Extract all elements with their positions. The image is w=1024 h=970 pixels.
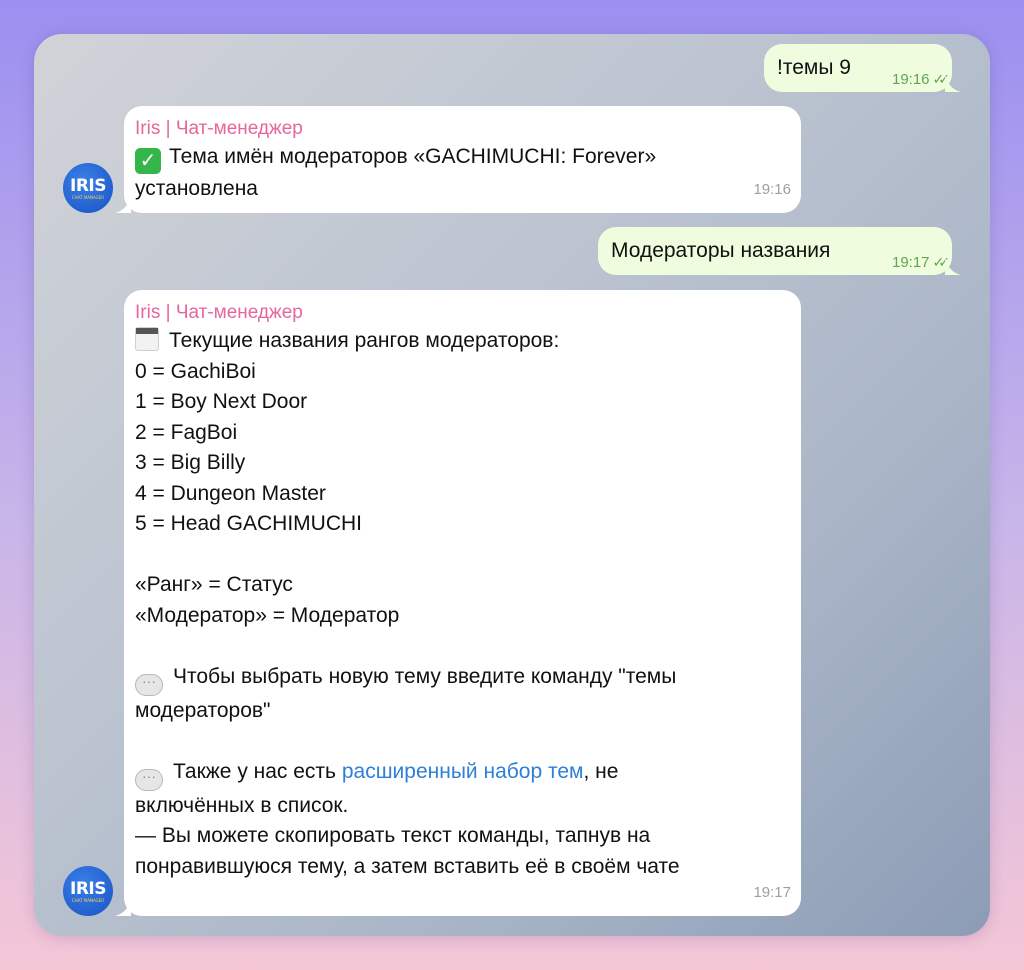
message-text: Текущие названия рангов модераторов: — [169, 329, 560, 352]
message-line: ··· Чтобы выбрать новую тему введите кома… — [135, 662, 680, 696]
double-check-icon: ✓✓ — [932, 71, 951, 87]
rank-line: 3 = Big Billy — [135, 451, 246, 474]
avatar-logo: IRIS — [70, 878, 106, 899]
outgoing-message[interactable]: Модераторы названия 19:17 ✓✓ — [598, 227, 952, 275]
message-text: , не — [583, 759, 619, 783]
message-line: включённых в список. — [135, 793, 349, 817]
speech-balloon-emoji-icon: ··· — [135, 673, 163, 696]
message-text: Тема имён модераторов «GACHIMUCHI: Forev… — [169, 145, 657, 168]
avatar[interactable]: IRIS CHAT MANAGER — [63, 163, 113, 213]
avatar-subtitle: CHAT MANAGER — [71, 897, 105, 903]
incoming-message[interactable]: Iris | Чат-менеджер Текущие названия ран… — [124, 290, 801, 916]
sender-name[interactable]: Iris | Чат-менеджер — [135, 300, 680, 326]
message-text: Чтобы выбрать новую тему введите команду… — [173, 664, 677, 688]
themes-link[interactable]: расширенный набор тем — [342, 760, 584, 783]
message-line: — Вы можете скопировать текст команды, т… — [135, 824, 651, 847]
message-time: 19:16 — [753, 180, 791, 198]
message-line: установлена — [135, 177, 258, 200]
mapping-line: «Ранг» = Статус — [135, 573, 293, 596]
check-mark-emoji-icon: ✓ — [135, 148, 161, 174]
message-line: Текущие названия рангов модераторов: — [135, 326, 680, 357]
message-time: 19:16 ✓✓ — [891, 64, 951, 96]
message-line: ··· Также у нас есть расширенный набор те… — [135, 757, 680, 791]
rank-line: 2 = FagBoi — [135, 420, 238, 444]
message-text: !темы 9 — [777, 56, 851, 79]
message-time: 19:17 ✓✓ — [891, 247, 951, 279]
avatar-logo: IRIS — [70, 175, 106, 196]
message-line: понравившуюся тему, а затем вставить её … — [135, 854, 680, 878]
double-check-icon: ✓✓ — [932, 254, 951, 270]
message-line: ✓ Тема имён модераторов «GACHIMUCHI: Fore… — [135, 142, 656, 174]
incoming-message[interactable]: Iris | Чат-менеджер ✓ Тема имён модератор… — [124, 106, 801, 213]
rank-line: 5 = Head GACHIMUCHI — [135, 512, 362, 535]
calendar-emoji-icon — [135, 327, 159, 351]
mapping-line: «Модератор» = Модератор — [135, 603, 400, 627]
time-text: 19:16 — [891, 71, 930, 88]
time-text: 19:17 — [891, 254, 930, 271]
avatar[interactable]: IRIS CHAT MANAGER — [63, 866, 113, 916]
sender-name[interactable]: Iris | Чат-менеджер — [135, 116, 656, 142]
rank-line: 4 = Dungeon Master — [135, 481, 326, 505]
message-line: модераторов" — [135, 698, 271, 722]
avatar-subtitle: CHAT MANAGER — [71, 194, 105, 200]
message-text: Также у нас есть — [173, 759, 342, 783]
rank-line: 0 = GachiBoi — [135, 359, 256, 383]
message-text: Модераторы названия — [611, 239, 831, 262]
rank-line: 1 = Boy Next Door — [135, 390, 308, 413]
speech-balloon-emoji-icon: ··· — [135, 768, 163, 791]
message-time: 19:17 — [753, 883, 791, 901]
outgoing-message[interactable]: !темы 9 19:16 ✓✓ — [764, 44, 952, 92]
